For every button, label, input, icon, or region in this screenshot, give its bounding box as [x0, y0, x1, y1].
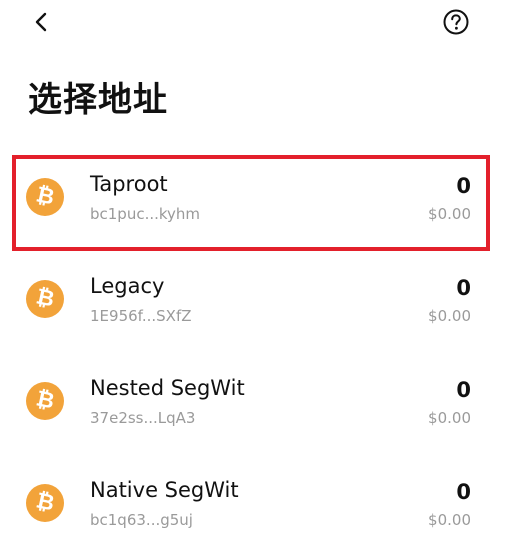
address-row-native-segwit[interactable]: ₿ Native SegWit bc1q63...g5uj 0 $0.00 — [0, 464, 513, 554]
address-value: 1E956f...SXfZ — [90, 307, 192, 325]
address-type-label: Legacy — [90, 274, 165, 298]
address-value: 37e2ss...LqA3 — [90, 409, 196, 427]
balance-amount: 0 — [456, 480, 471, 504]
balance-amount: 0 — [456, 276, 471, 300]
bitcoin-icon: ₿ — [26, 178, 64, 216]
fiat-value: $0.00 — [428, 409, 471, 427]
fiat-value: $0.00 — [428, 205, 471, 223]
address-row-legacy[interactable]: ₿ Legacy 1E956f...SXfZ 0 $0.00 — [0, 260, 513, 350]
address-row-taproot[interactable]: ₿ Taproot bc1puc...kyhm 0 $0.00 — [0, 155, 513, 251]
address-list: ₿ Taproot bc1puc...kyhm 0 $0.00 ₿ Legacy… — [0, 0, 513, 554]
bitcoin-icon: ₿ — [26, 280, 64, 318]
bitcoin-icon: ₿ — [26, 382, 64, 420]
address-type-label: Nested SegWit — [90, 376, 245, 400]
fiat-value: $0.00 — [428, 307, 471, 325]
address-value: bc1puc...kyhm — [90, 205, 201, 223]
address-type-label: Taproot — [90, 172, 168, 196]
fiat-value: $0.00 — [428, 511, 471, 529]
balance-amount: 0 — [456, 174, 471, 198]
address-value: bc1q63...g5uj — [90, 511, 193, 529]
bitcoin-icon: ₿ — [26, 484, 64, 522]
address-type-label: Native SegWit — [90, 478, 239, 502]
balance-amount: 0 — [456, 378, 471, 402]
address-row-nested-segwit[interactable]: ₿ Nested SegWit 37e2ss...LqA3 0 $0.00 — [0, 362, 513, 452]
